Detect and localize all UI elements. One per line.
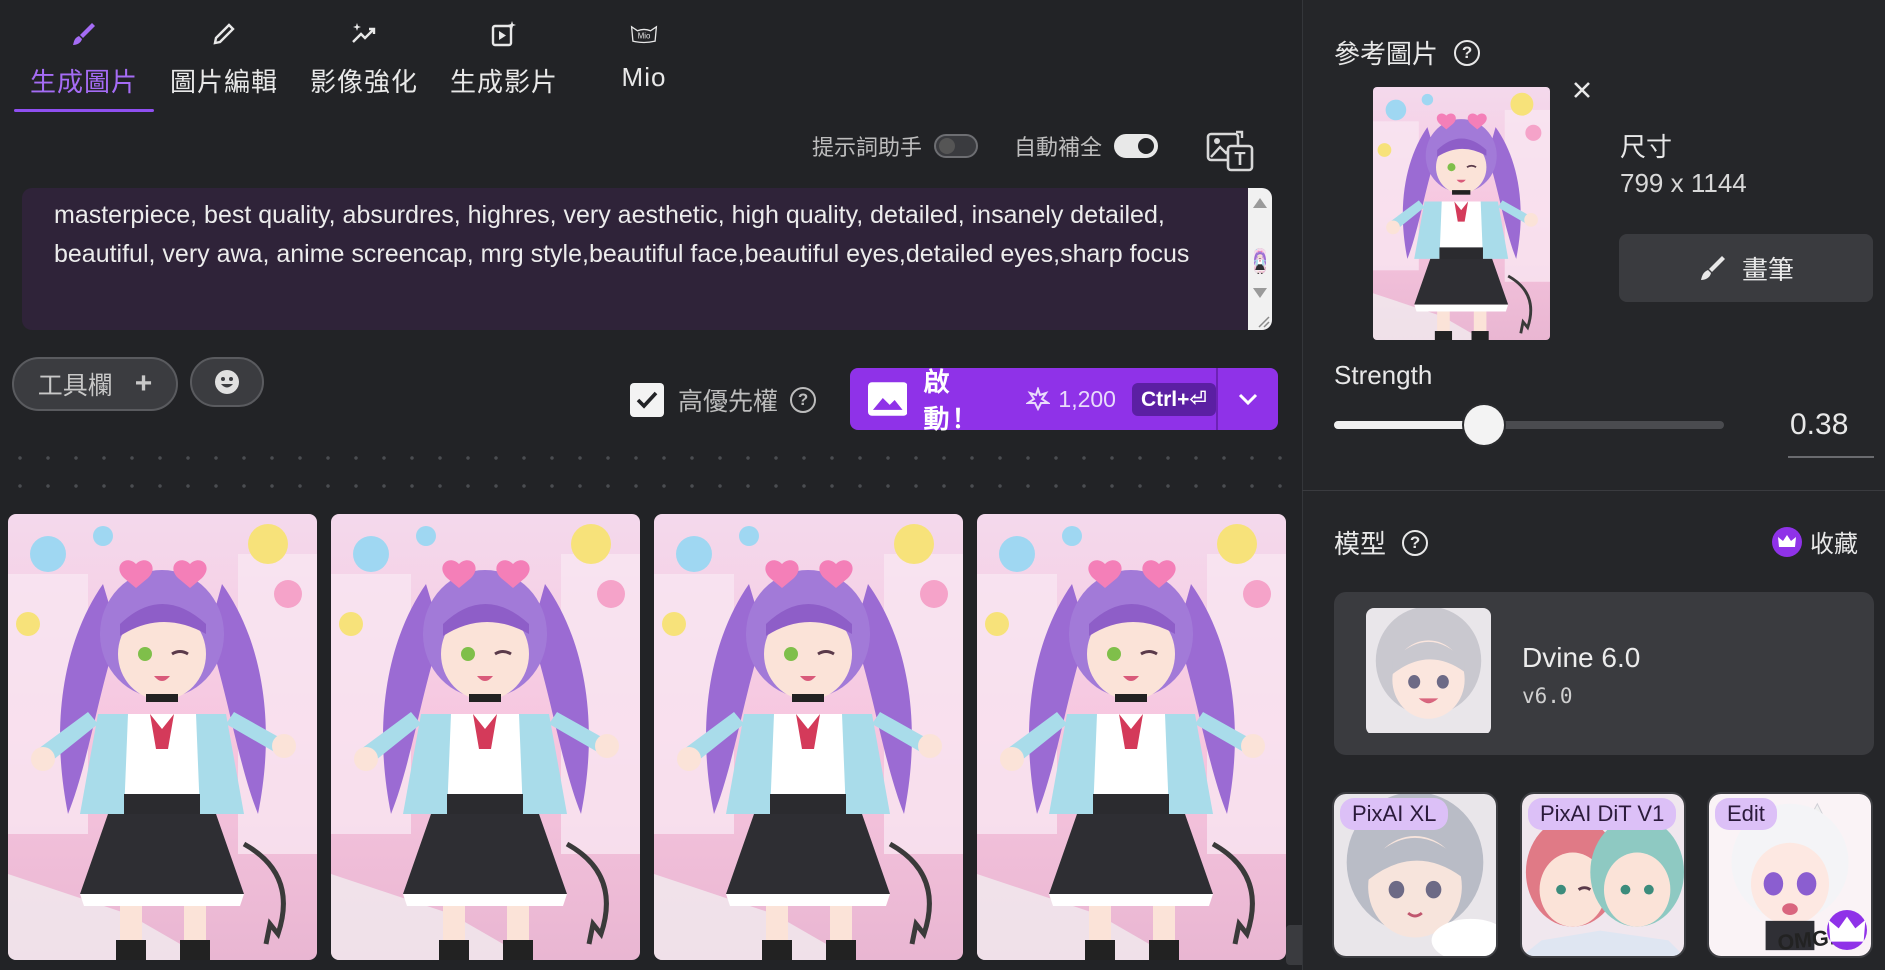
model-option-pixai-xl[interactable]: PixAI XL [1332, 792, 1498, 958]
toolbar-label: 工具欄 [37, 372, 113, 400]
video-spark-icon [489, 18, 519, 50]
help-icon[interactable]: ? [790, 387, 817, 413]
chevron-down-icon [1238, 393, 1258, 406]
prompt-helper-toggle[interactable] [934, 134, 979, 158]
svg-text:T: T [1235, 149, 1246, 169]
scroll-down-arrow-icon[interactable] [1253, 288, 1267, 298]
brush-button[interactable]: 畫筆 [1619, 234, 1873, 302]
high-priority-checkbox[interactable] [630, 383, 664, 417]
generated-image-3[interactable] [654, 514, 963, 960]
sparkle-trend-icon [349, 18, 379, 50]
prompt-helper-label: 提示詞助手 [812, 135, 923, 160]
tab-generate-image[interactable]: 生成圖片 [14, 14, 154, 112]
tab-label: 影像強化 [309, 67, 418, 97]
image-to-text-icon[interactable]: T [1206, 130, 1254, 172]
tab-label: 圖片編輯 [169, 67, 278, 97]
model-tag: PixAI XL [1340, 798, 1449, 830]
favorites-button[interactable]: 收藏 [1772, 524, 1858, 559]
generation-panel: 生成圖片 圖片編輯 影像強化 生成影片 Mio Mio 提示詞助手 自動補全 T… [0, 0, 1302, 970]
generated-image-2[interactable] [331, 514, 640, 960]
emoji-button[interactable] [190, 357, 264, 407]
brush-icon [69, 18, 99, 50]
generated-image-4[interactable] [977, 514, 1286, 960]
brush-icon [1700, 256, 1725, 280]
launch-label: 啟動！ [923, 367, 980, 434]
tab-edit-image[interactable]: 圖片編輯 [154, 14, 294, 112]
credit-cost-value: 1,200 [1058, 385, 1116, 412]
mode-tabs: 生成圖片 圖片編輯 影像強化 生成影片 Mio Mio [14, 14, 714, 112]
size-value: 799 x 1144 [1620, 168, 1747, 198]
scroll-thumb[interactable] [1254, 248, 1266, 274]
tab-label: 生成圖片 [29, 67, 138, 97]
high-priority-label: 高優先權 [678, 388, 779, 416]
reference-image-label: 參考圖片 [1334, 39, 1439, 69]
toolbar-button[interactable]: 工具欄 + [12, 357, 178, 411]
strength-label: Strength [1334, 360, 1433, 390]
prompt-scrollbar[interactable] [1248, 188, 1272, 330]
prompt-options: 提示詞助手 自動補全 [812, 130, 1194, 162]
model-tag: Edit [1715, 798, 1777, 830]
prompt-text[interactable]: masterpiece, best quality, absurdres, hi… [54, 196, 1234, 274]
launch-button-group: 啟動！ 1,200 Ctrl+⏎ [850, 367, 1278, 434]
model-label: 模型 [1334, 529, 1387, 559]
model-title: 模型 ? [1334, 524, 1429, 561]
autocomplete-label: 自動補全 [1014, 135, 1103, 160]
model-tag: PixAI DiT V1 [1528, 798, 1677, 830]
reference-image[interactable] [1373, 87, 1550, 340]
size-label: 尺寸 [1620, 132, 1673, 162]
scroll-up-arrow-icon[interactable] [1253, 198, 1267, 208]
strength-slider-handle[interactable] [1464, 405, 1504, 445]
checkmark-icon [636, 391, 658, 409]
collapse-panel-handle[interactable] [1286, 925, 1302, 965]
reference-image-title: 參考圖片 ? [1334, 34, 1481, 71]
mio-cat-icon: Mio [629, 18, 659, 50]
model-version: v6.0 [1522, 684, 1573, 708]
model-avatar [1366, 608, 1491, 735]
crown-icon [1827, 910, 1867, 950]
model-name: Dvine 6.0 [1522, 642, 1641, 673]
credit-cost: 1,200 [1026, 386, 1116, 413]
high-priority-option: 高優先權 ? [630, 382, 817, 418]
image-icon [868, 382, 908, 416]
tab-enhance[interactable]: 影像強化 [294, 14, 434, 112]
tab-mio[interactable]: Mio Mio [574, 14, 714, 112]
model-option-edit[interactable]: OMG! Edit [1707, 792, 1873, 958]
strength-input[interactable]: 0.38 [1788, 402, 1874, 458]
strength-slider[interactable] [1334, 405, 1724, 445]
svg-text:Mio: Mio [638, 32, 651, 41]
section-divider [1302, 490, 1885, 491]
favorites-label: 收藏 [1810, 531, 1858, 558]
smiley-icon [215, 370, 239, 394]
crown-icon [1772, 526, 1802, 557]
launch-button[interactable]: 啟動！ 1,200 Ctrl+⏎ [850, 367, 1216, 434]
prompt-textarea[interactable]: masterpiece, best quality, absurdres, hi… [22, 188, 1272, 330]
autocomplete-toggle[interactable] [1114, 134, 1159, 158]
plus-icon: + [134, 367, 153, 400]
brush-label: 畫筆 [1741, 254, 1794, 285]
pencil-icon [209, 18, 239, 50]
help-icon[interactable]: ? [1454, 39, 1481, 66]
resize-grip-icon[interactable] [1256, 314, 1270, 328]
tab-generate-video[interactable]: 生成影片 [434, 14, 574, 112]
tab-label: Mio [621, 62, 667, 92]
model-option-pixai-dit[interactable]: PixAI DiT V1 [1520, 792, 1686, 958]
selected-model-card[interactable]: Dvine 6.0 v6.0 [1334, 592, 1874, 755]
credit-icon [1026, 387, 1051, 411]
close-icon[interactable] [1568, 76, 1596, 104]
dotted-separator [0, 444, 1290, 494]
help-icon[interactable]: ? [1402, 529, 1429, 556]
tab-label: 生成影片 [449, 67, 558, 97]
generated-image-1[interactable] [8, 514, 317, 960]
strength-slider-fill [1334, 421, 1484, 429]
launch-options-button[interactable] [1218, 368, 1278, 430]
shortcut-badge: Ctrl+⏎ [1131, 382, 1216, 416]
